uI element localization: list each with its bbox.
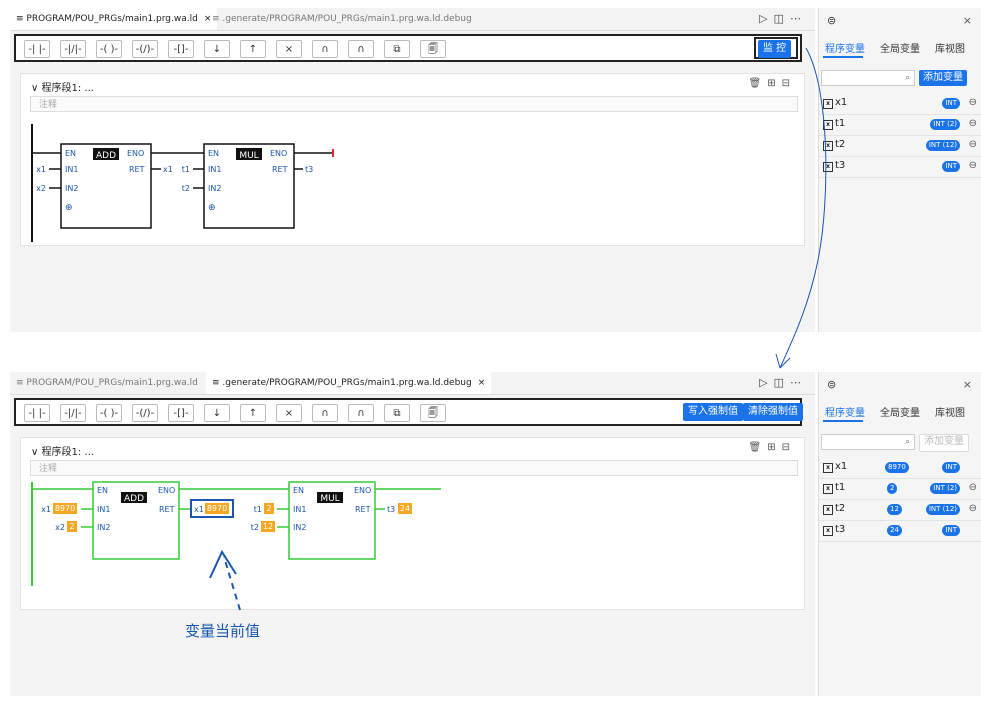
monitor-arrow [779, 47, 827, 369]
annotation-layer [209, 47, 827, 611]
value-callout-arrow [223, 556, 241, 611]
arrow-head-icon [209, 549, 237, 579]
annotation-caption: 变量当前值 [185, 622, 261, 640]
